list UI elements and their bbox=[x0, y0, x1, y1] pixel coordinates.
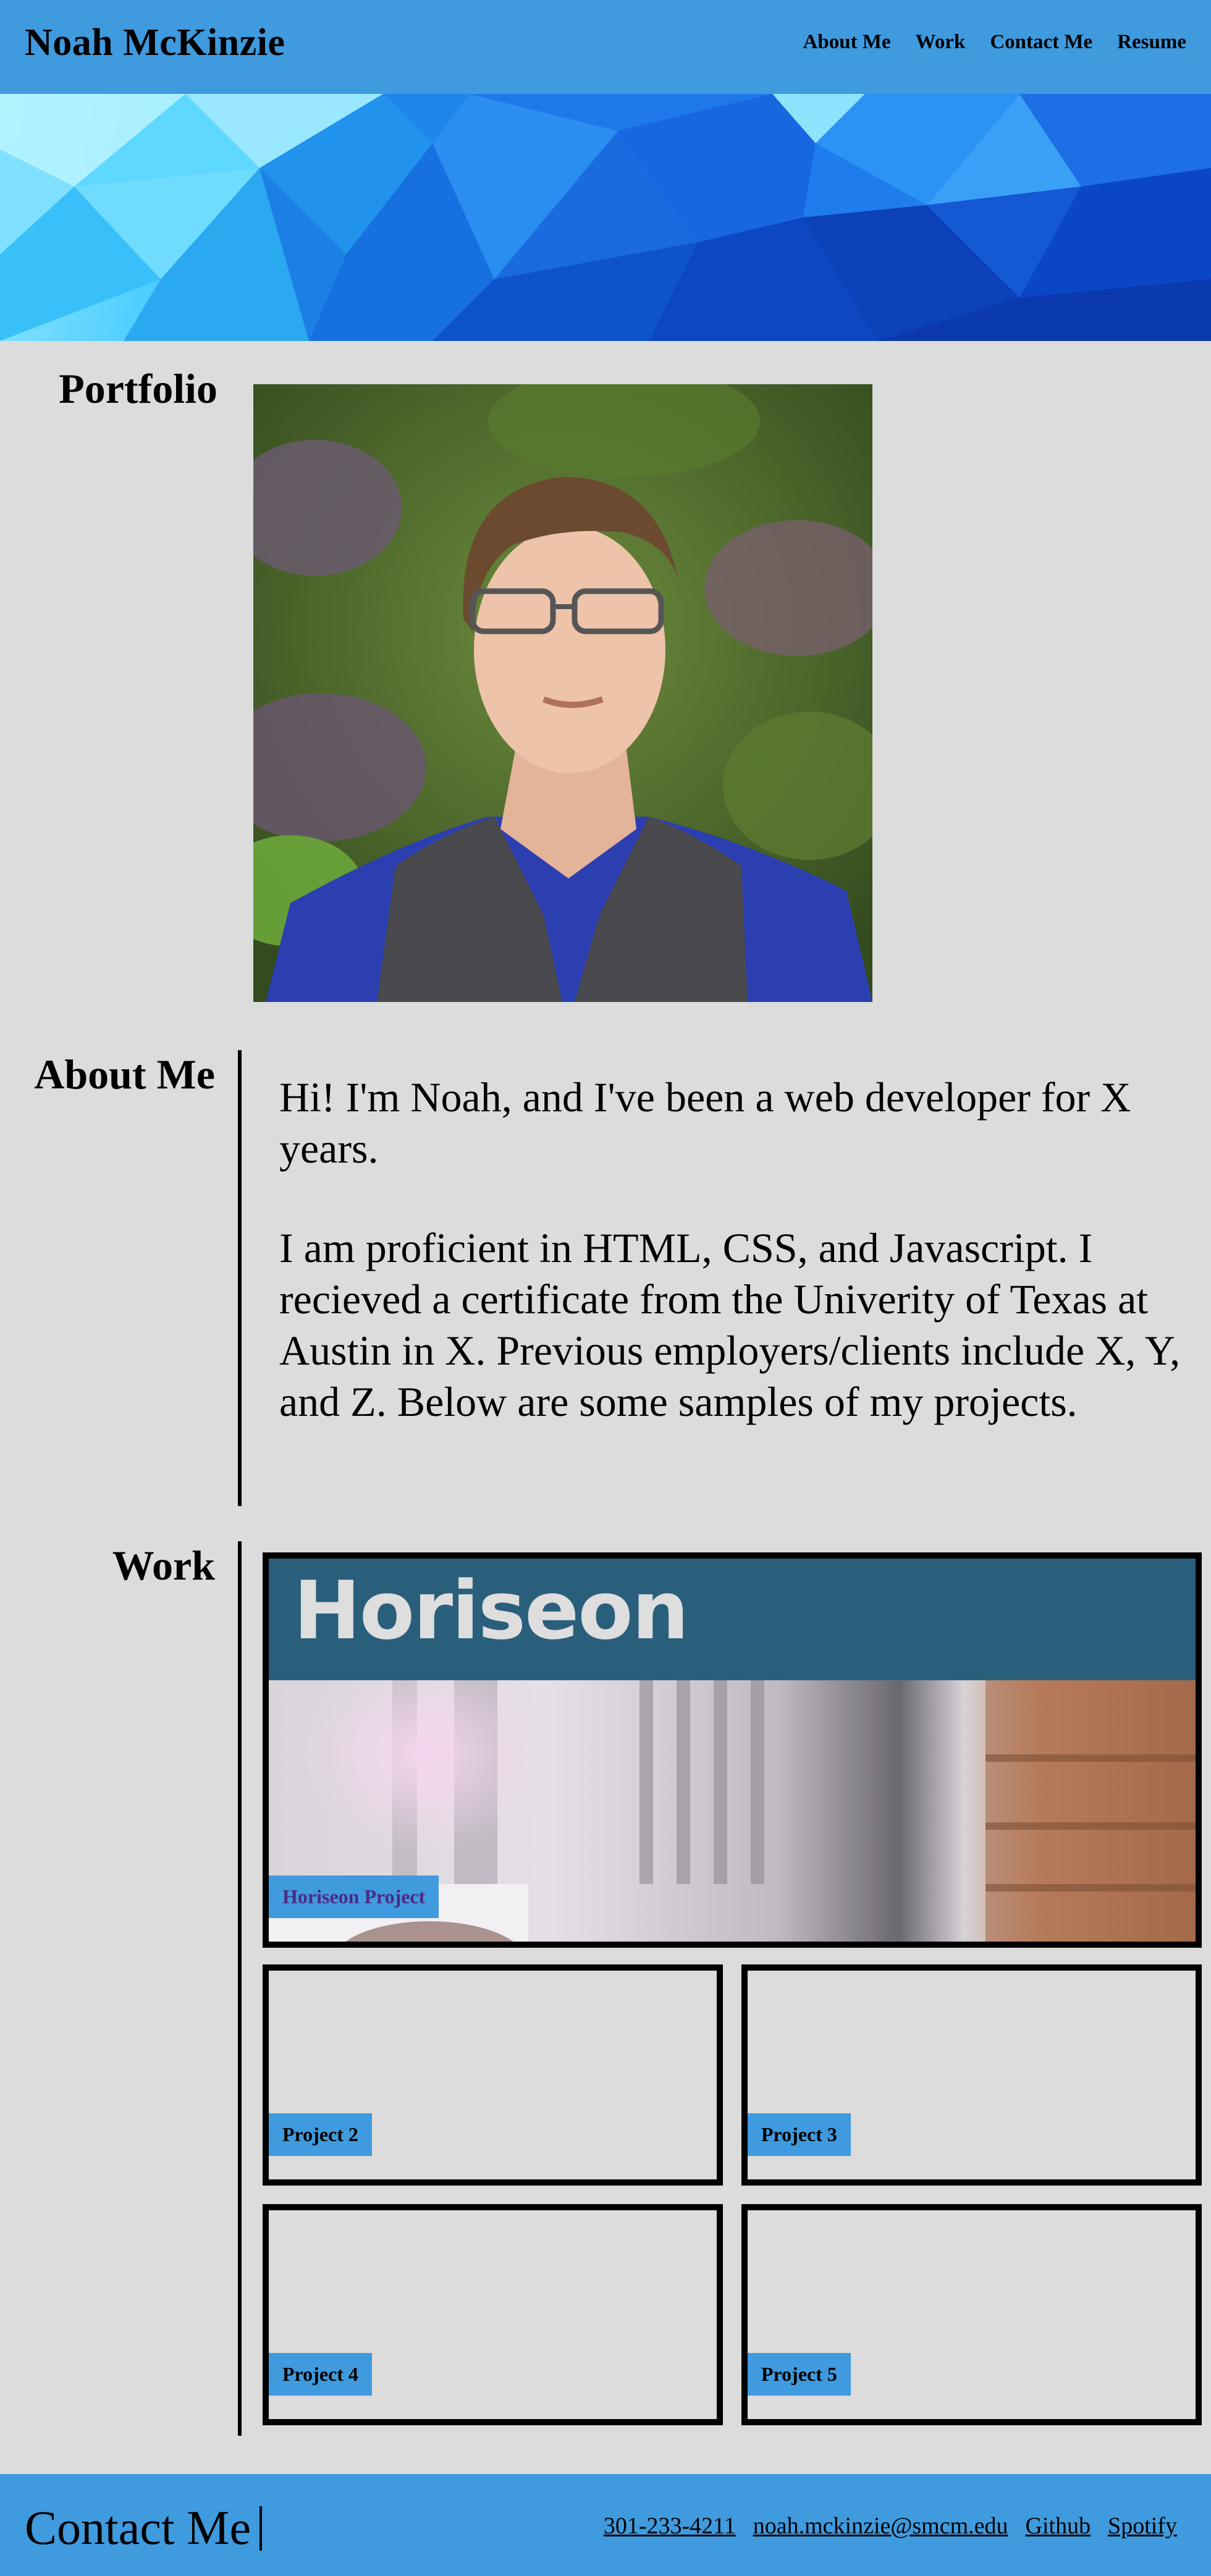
github-link[interactable]: Github bbox=[1026, 2512, 1091, 2540]
main-nav: About Me Work Contact Me Resume bbox=[803, 31, 1186, 54]
about-heading: About Me bbox=[34, 1051, 215, 1098]
work-heading: Work bbox=[112, 1542, 215, 1589]
portfolio-heading: Portfolio bbox=[59, 365, 217, 412]
project-card-horiseon[interactable]: Horiseon Horiseon Project bbox=[263, 1552, 1202, 1948]
about-text: Hi! I'm Noah, and I've been a web develo… bbox=[279, 1072, 1194, 1428]
hero-banner bbox=[0, 94, 1211, 341]
contact-heading: Contact Me bbox=[25, 2501, 251, 2554]
hero-polygon-pattern bbox=[0, 94, 1211, 341]
project-card-5[interactable]: Project 5 bbox=[741, 2204, 1202, 2425]
project-label-2[interactable]: Project 2 bbox=[269, 2113, 372, 2156]
site-title: Noah McKinzie bbox=[25, 22, 285, 64]
about-divider bbox=[238, 1050, 242, 1506]
project-label-3[interactable]: Project 3 bbox=[748, 2113, 851, 2156]
horiseon-logo: Horiseon bbox=[293, 1564, 689, 1657]
nav-about-me[interactable]: About Me bbox=[803, 31, 891, 54]
phone-link[interactable]: 301-233-4211 bbox=[604, 2512, 736, 2540]
project-card-3[interactable]: Project 3 bbox=[741, 1964, 1202, 2186]
project-label-5[interactable]: Project 5 bbox=[748, 2353, 851, 2396]
about-paragraph-intro: Hi! I'm Noah, and I've been a web develo… bbox=[279, 1074, 1131, 1172]
contact-divider bbox=[260, 2506, 262, 2551]
nav-resume[interactable]: Resume bbox=[1117, 31, 1186, 54]
work-divider bbox=[238, 1541, 242, 2436]
site-footer: Contact Me 301-233-4211 noah.mckinzie@sm… bbox=[0, 2474, 1211, 2576]
horiseon-header-bar: Horiseon bbox=[269, 1559, 1196, 1680]
nav-contact-me[interactable]: Contact Me bbox=[990, 31, 1092, 54]
project-label-horiseon[interactable]: Horiseon Project bbox=[269, 1875, 439, 1918]
contact-links: 301-233-4211 noah.mckinzie@smcm.edu Gith… bbox=[604, 2512, 1177, 2540]
project-label-4[interactable]: Project 4 bbox=[269, 2353, 372, 2396]
about-paragraph-skills: I am proficient in HTML, CSS, and Javasc… bbox=[279, 1224, 1181, 1425]
profile-photo bbox=[253, 384, 872, 1002]
project-card-2[interactable]: Project 2 bbox=[263, 1964, 723, 2186]
spotify-link[interactable]: Spotify bbox=[1108, 2512, 1177, 2540]
site-header: Noah McKinzie About Me Work Contact Me R… bbox=[0, 0, 1211, 94]
project-card-4[interactable]: Project 4 bbox=[263, 2204, 723, 2425]
nav-work[interactable]: Work bbox=[916, 31, 966, 54]
email-link[interactable]: noah.mckinzie@smcm.edu bbox=[753, 2512, 1008, 2540]
